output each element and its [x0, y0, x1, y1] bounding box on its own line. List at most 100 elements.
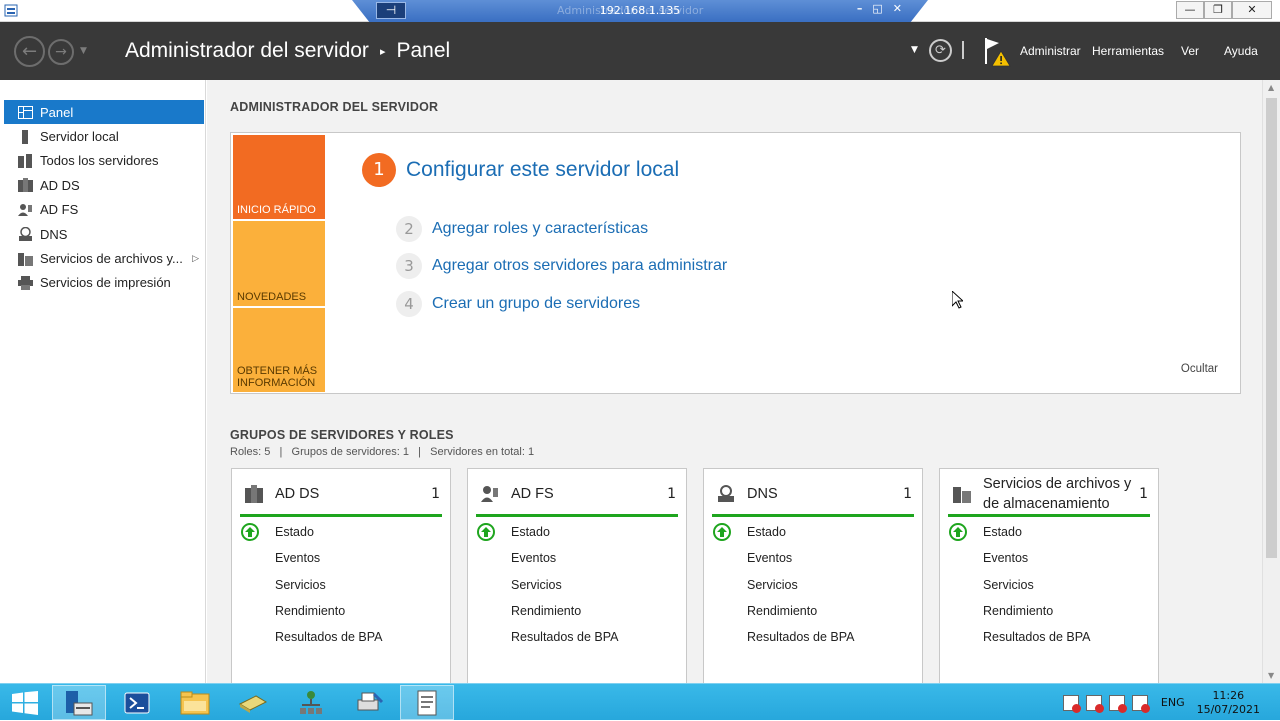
card-row-label: Eventos — [747, 551, 793, 566]
card-row-estado[interactable]: Estado — [476, 519, 618, 545]
sidebar-item-label: AD FS — [40, 202, 79, 218]
vertical-scrollbar[interactable]: ▲ ▼ — [1262, 80, 1280, 683]
step-configure-local-server[interactable]: 1 Configurar este servidor local — [362, 153, 679, 187]
card-row-rendimiento[interactable]: Rendimiento — [476, 598, 618, 624]
menu-herramientas[interactable]: Herramientas — [1092, 44, 1164, 58]
step-number: 2 — [396, 216, 422, 242]
tray-flag-icon[interactable] — [1062, 694, 1081, 713]
card-row-eventos[interactable]: Eventos — [240, 545, 382, 571]
card-row-estado[interactable]: Estado — [712, 519, 854, 545]
menu-ver[interactable]: Ver — [1181, 44, 1199, 58]
tray-server-icon[interactable] — [1085, 694, 1104, 713]
step-add-roles[interactable]: 2 Agregar roles y características — [396, 216, 648, 242]
refresh-icon[interactable]: ⟳ — [929, 39, 952, 62]
step-label[interactable]: Configurar este servidor local — [406, 158, 679, 182]
card-row-bpa[interactable]: Resultados de BPA — [240, 624, 382, 650]
step-add-servers[interactable]: 3 Agregar otros servidores para administ… — [396, 253, 727, 279]
menu-administrar[interactable]: Administrar — [1020, 44, 1081, 58]
taskbar-file-explorer[interactable] — [168, 685, 222, 720]
sidebar: Panel Servidor local Todos los servidore… — [0, 80, 206, 683]
sidebar-item-ad-fs[interactable]: AD FS — [0, 198, 205, 222]
sidebar-item-print-services[interactable]: Servicios de impresión — [0, 271, 205, 295]
sidebar-item-dns[interactable]: DNS — [0, 222, 205, 246]
card-row-bpa[interactable]: Resultados de BPA — [712, 624, 854, 650]
role-card-dns[interactable]: DNS 1 Estado Eventos Servicios Rendimien… — [703, 468, 923, 683]
main-content: ADMINISTRADOR DEL SERVIDOR INICIO RÁPIDO… — [207, 80, 1262, 683]
server-icon — [17, 129, 33, 144]
printer-icon — [17, 275, 33, 290]
taskbar-ad-users[interactable] — [226, 685, 280, 720]
scroll-up-icon[interactable]: ▲ — [1268, 83, 1274, 92]
sidebar-item-ad-ds[interactable]: AD DS — [0, 173, 205, 197]
close-button[interactable]: ✕ — [1232, 1, 1272, 19]
sidebar-item-all-servers[interactable]: Todos los servidores — [0, 149, 205, 173]
card-row-label: Rendimiento — [511, 604, 582, 619]
taskbar-network[interactable] — [284, 685, 338, 720]
card-row-label: Resultados de BPA — [275, 630, 383, 645]
role-card-ad-fs[interactable]: AD FS 1 Estado Eventos Servicios Rendimi… — [467, 468, 687, 683]
tray-volume-icon[interactable] — [1131, 694, 1150, 713]
rdp-minimize-button[interactable]: – — [857, 2, 863, 15]
expand-arrow-icon[interactable]: ▷ — [192, 253, 199, 264]
start-button[interactable] — [0, 684, 50, 721]
taskbar: ENG 11:26 15/07/2021 — [0, 683, 1280, 720]
role-card-ad-ds[interactable]: AD DS 1 Estado Eventos Servicios Rendimi… — [231, 468, 451, 683]
remote-desktop-bar: ⊣ Administrador del servidor 192.168.1.1… — [352, 0, 928, 22]
sidebar-item-file-services[interactable]: Servicios de archivos y... ▷ — [0, 246, 205, 270]
taskbar-print-management[interactable] — [342, 685, 396, 720]
rdp-restore-button[interactable]: ◱ — [872, 2, 882, 15]
rdp-close-button[interactable]: ✕ — [893, 2, 902, 15]
card-row-servicios[interactable]: Servicios — [476, 572, 618, 598]
card-row-rendimiento[interactable]: Rendimiento — [712, 598, 854, 624]
taskbar-server-manager[interactable] — [52, 685, 106, 720]
step-create-server-group[interactable]: 4 Crear un grupo de servidores — [396, 291, 640, 317]
step-label[interactable]: Agregar otros servidores para administra… — [432, 257, 727, 275]
file-services-icon — [17, 251, 33, 266]
minimize-button[interactable]: — — [1176, 1, 1204, 19]
card-header[interactable]: Servicios de archivos y de almacenamient… — [948, 473, 1150, 517]
step-label[interactable]: Crear un grupo de servidores — [432, 295, 640, 313]
scrollbar-thumb[interactable] — [1266, 98, 1277, 558]
tray-network-icon[interactable] — [1108, 694, 1127, 713]
scroll-down-icon[interactable]: ▼ — [1268, 671, 1274, 680]
card-row-eventos[interactable]: Eventos — [712, 545, 854, 571]
role-card-file-services[interactable]: Servicios de archivos y de almacenamient… — [939, 468, 1159, 683]
card-row-servicios[interactable]: Servicios — [240, 572, 382, 598]
forward-button[interactable]: → — [48, 39, 74, 65]
card-row-servicios[interactable]: Servicios — [948, 572, 1090, 598]
card-title: AD FS — [511, 485, 554, 502]
card-row-rendimiento[interactable]: Rendimiento — [240, 598, 382, 624]
taskbar-powershell[interactable] — [110, 685, 164, 720]
sidebar-item-panel[interactable]: Panel — [4, 100, 204, 125]
back-button[interactable]: ← — [14, 36, 45, 67]
step-number: 4 — [396, 291, 422, 317]
breadcrumb-dropdown-icon[interactable]: ▼ — [911, 45, 918, 55]
card-count: 1 — [1139, 485, 1148, 502]
address-book-icon — [238, 694, 268, 713]
dns-icon — [716, 484, 736, 504]
step-label[interactable]: Agregar roles y características — [432, 220, 648, 238]
card-header[interactable]: DNS 1 — [712, 473, 914, 517]
card-row-rendimiento[interactable]: Rendimiento — [948, 598, 1090, 624]
taskbar-document[interactable] — [400, 685, 454, 720]
history-dropdown-icon[interactable]: ▼ — [80, 46, 87, 56]
hide-link[interactable]: Ocultar — [1181, 363, 1218, 375]
clock[interactable]: 11:26 15/07/2021 — [1197, 689, 1260, 717]
card-header[interactable]: AD FS 1 — [476, 473, 678, 517]
card-row-eventos[interactable]: Eventos — [948, 545, 1090, 571]
card-row-estado[interactable]: Estado — [948, 519, 1090, 545]
tab-whats-new[interactable]: NOVEDADES — [233, 221, 325, 306]
restore-button[interactable]: ❐ — [1204, 1, 1232, 19]
card-row-eventos[interactable]: Eventos — [476, 545, 618, 571]
card-header[interactable]: AD DS 1 — [240, 473, 442, 517]
card-row-bpa[interactable]: Resultados de BPA — [476, 624, 618, 650]
card-row-bpa[interactable]: Resultados de BPA — [948, 624, 1090, 650]
menu-ayuda[interactable]: Ayuda — [1224, 44, 1258, 58]
tab-quick-start[interactable]: INICIO RÁPIDO — [233, 135, 325, 219]
tab-learn-more[interactable]: OBTENER MÁS INFORMACIÓN — [233, 308, 325, 392]
card-row-servicios[interactable]: Servicios — [712, 572, 854, 598]
card-row-estado[interactable]: Estado — [240, 519, 382, 545]
notifications-flag-icon[interactable] — [984, 37, 1014, 67]
input-language[interactable]: ENG — [1161, 696, 1185, 709]
sidebar-item-local-server[interactable]: Servidor local — [0, 124, 205, 148]
